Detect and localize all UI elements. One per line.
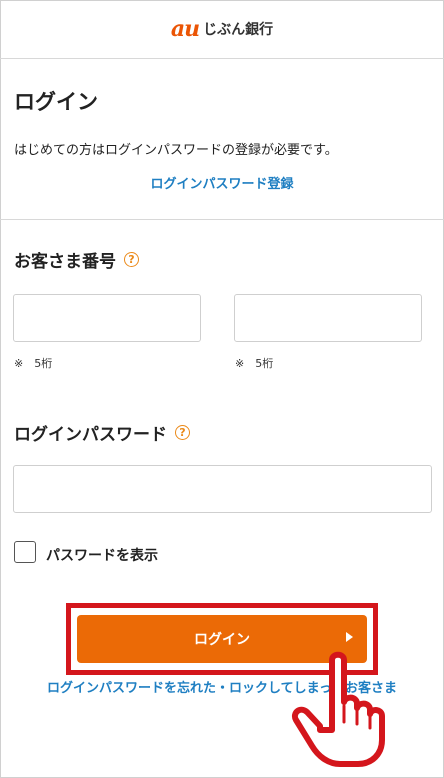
register-password-link[interactable]: ログインパスワード登録 bbox=[0, 173, 444, 192]
arrow-right-icon bbox=[346, 632, 353, 642]
customer-number-label-text: お客さま番号 bbox=[14, 252, 116, 272]
intro-text: はじめての方はログインパスワードの登録が必要です。 bbox=[14, 143, 338, 158]
customer-number-field-2[interactable] bbox=[234, 294, 422, 342]
question-icon[interactable]: ? bbox=[124, 252, 139, 267]
divider bbox=[0, 219, 444, 220]
password-label: ログインパスワード ? bbox=[14, 420, 190, 445]
page-title: ログイン bbox=[14, 90, 98, 114]
show-password-label[interactable]: パスワードを表示 bbox=[46, 545, 158, 565]
au-logo-mark: au bbox=[170, 16, 200, 42]
header: au じぶん銀行 bbox=[0, 0, 444, 59]
password-label-text: ログインパスワード bbox=[14, 425, 167, 445]
customer-number-hint-2: ※ 5桁 bbox=[235, 357, 274, 370]
question-icon[interactable]: ? bbox=[175, 425, 190, 440]
show-password-checkbox[interactable] bbox=[14, 541, 36, 563]
logo-text: じぶん銀行 bbox=[203, 22, 274, 38]
customer-number-field-1[interactable] bbox=[13, 294, 201, 342]
password-field[interactable] bbox=[13, 465, 432, 513]
customer-number-hint-1: ※ 5桁 bbox=[14, 357, 53, 370]
customer-number-label: お客さま番号 ? bbox=[14, 247, 139, 272]
pointing-hand-icon bbox=[292, 651, 385, 767]
bank-logo: au じぶん銀行 bbox=[171, 16, 273, 42]
login-button-label: ログイン bbox=[194, 631, 250, 647]
